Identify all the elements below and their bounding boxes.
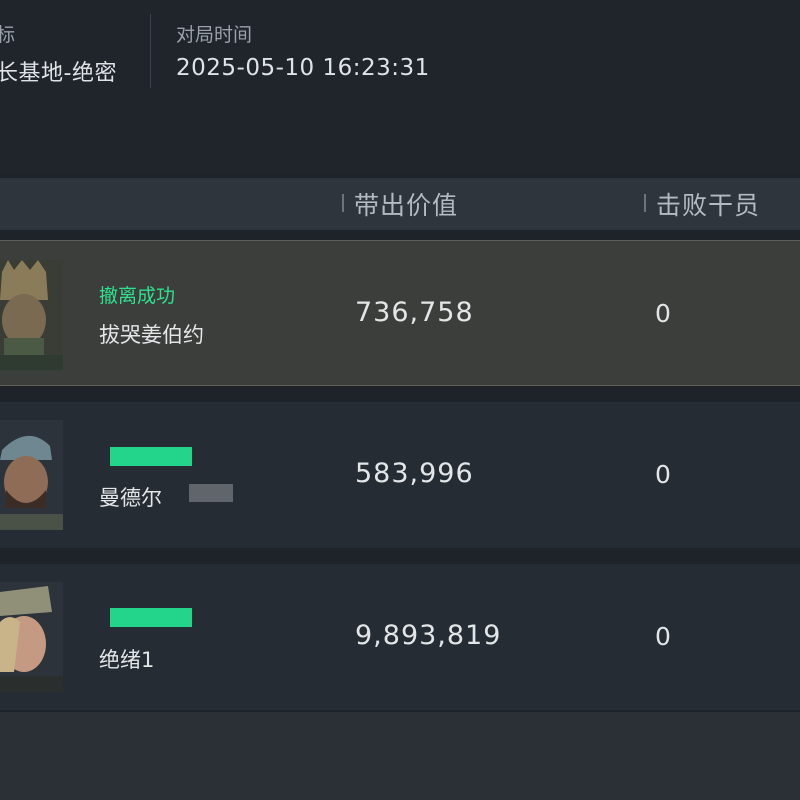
column-separator [644,194,646,212]
avatar [0,260,63,370]
column-separator [342,194,344,212]
status-tag [110,447,192,466]
player-name: 拔哭姜伯约 [99,323,204,347]
extracted-value: 9,893,819 [355,620,502,651]
censor-mosaic [189,484,233,502]
column-header-value: 带出价值 [354,191,459,220]
bottom-background [0,712,800,800]
player-name: 曼德尔 [99,486,162,510]
match-time-label: 对局时间 [176,24,253,46]
info-divider [150,14,151,88]
player-row[interactable]: 曼德尔 583,996 0 [0,402,800,548]
avatar [0,582,63,692]
map-label: 标 [0,24,16,46]
match-info-panel: 标 长基地-绝密 对局时间 2025-05-10 16:23:31 [0,0,800,175]
map-value: 长基地-绝密 [0,61,117,86]
operator-kills: 0 [655,299,671,328]
player-row[interactable]: 绝绪1 9,893,819 0 [0,564,800,710]
extracted-value: 736,758 [355,297,474,328]
extracted-value: 583,996 [355,458,474,489]
player-name: 绝绪1 [99,648,155,672]
operator-kills: 0 [655,460,671,489]
column-header-kills: 击败干员 [656,191,761,220]
match-time-value: 2025-05-10 16:23:31 [176,55,430,81]
status-tag [110,608,192,627]
operator-kills: 0 [655,622,671,651]
player-row[interactable]: 撤离成功 拔哭姜伯约 736,758 0 [0,240,800,386]
avatar [0,420,63,530]
extraction-status: 撤离成功 [99,285,176,307]
